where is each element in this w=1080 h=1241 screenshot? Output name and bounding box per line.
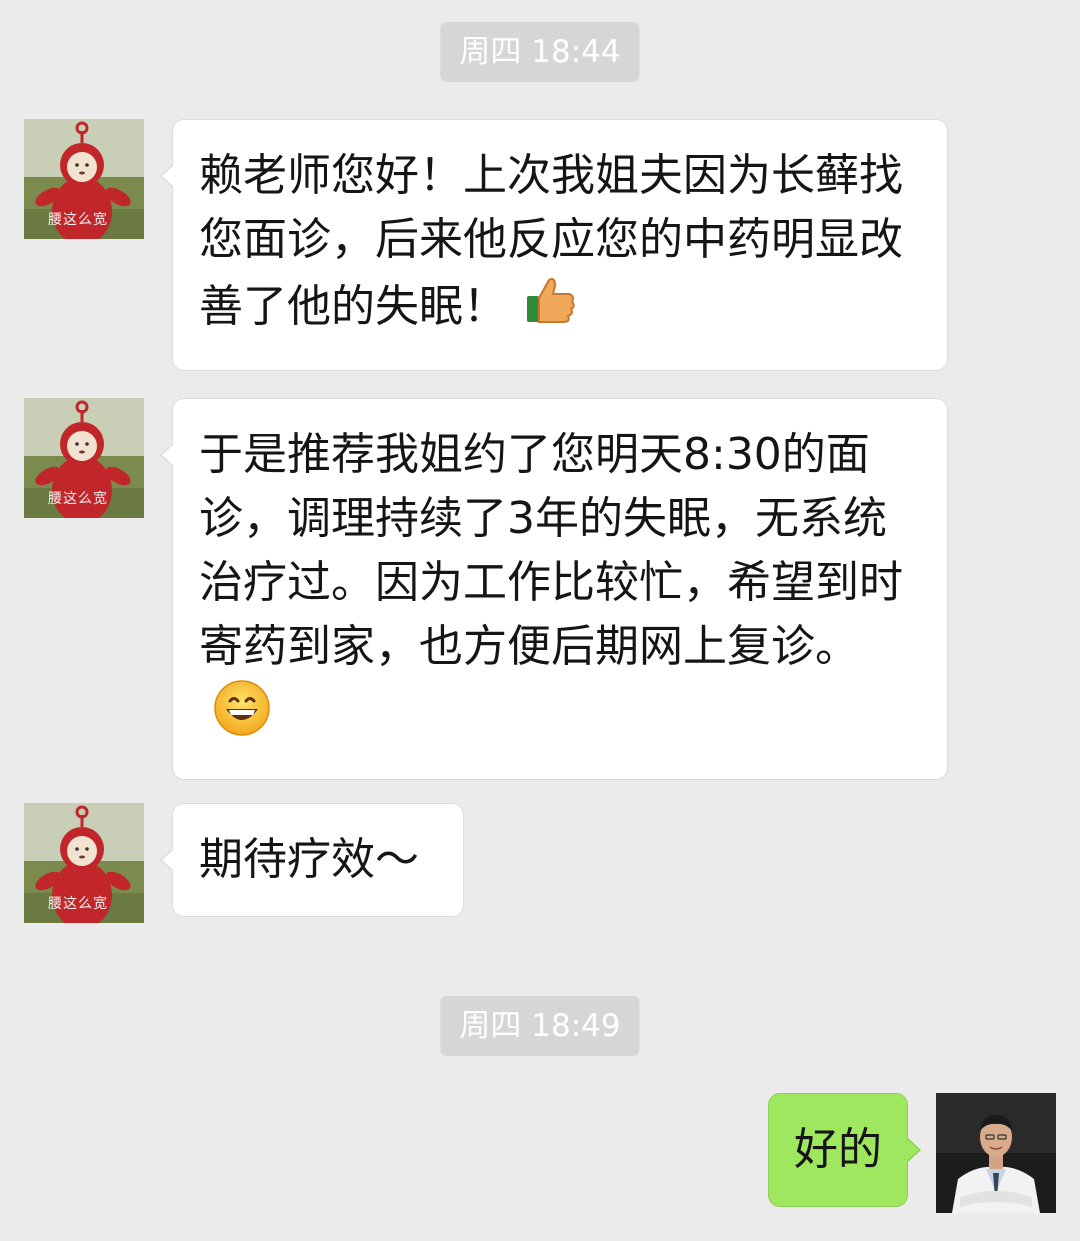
message-bubble-incoming[interactable]: 于是推荐我姐约了您明天8:30的面诊，调理持续了3年的失眠，无系统治疗过。因为工…: [160, 398, 948, 780]
contact-avatar[interactable]: 腰这么宽: [24, 398, 144, 518]
thumbs-up-icon: [521, 272, 577, 346]
self-avatar[interactable]: [936, 1093, 1056, 1213]
timestamp-chip: 周四 18:49: [440, 996, 640, 1056]
message-text: 好的: [794, 1124, 882, 1175]
message-text: 于是推荐我姐约了您明天8:30的面诊，调理持续了3年的失眠，无系统治疗过。因为工…: [199, 429, 903, 672]
message-text: 期待疗效～: [199, 834, 419, 885]
doctor-avatar-icon: [936, 1093, 1056, 1213]
message-bubble-outgoing[interactable]: 好的: [768, 1093, 921, 1207]
avatar-caption: 腰这么宽: [48, 491, 108, 507]
avatar-caption: 腰这么宽: [48, 896, 108, 912]
chat-message-list[interactable]: 周四 18:44 腰这么宽 赖老师您好！上次我姐夫因为长藓找您面诊，后来他反应您…: [0, 0, 1080, 1241]
contact-avatar[interactable]: 腰这么宽: [24, 803, 144, 923]
avatar-caption: 腰这么宽: [48, 212, 108, 228]
message-bubble-incoming[interactable]: 赖老师您好！上次我姐夫因为长藓找您面诊，后来他反应您的中药明显改善了他的失眠！: [160, 119, 948, 371]
contact-avatar[interactable]: 腰这么宽: [24, 119, 144, 239]
timestamp-chip: 周四 18:44: [440, 22, 640, 82]
message-bubble-incoming[interactable]: 期待疗效～: [160, 803, 464, 917]
grinning-face-icon: [213, 679, 271, 755]
